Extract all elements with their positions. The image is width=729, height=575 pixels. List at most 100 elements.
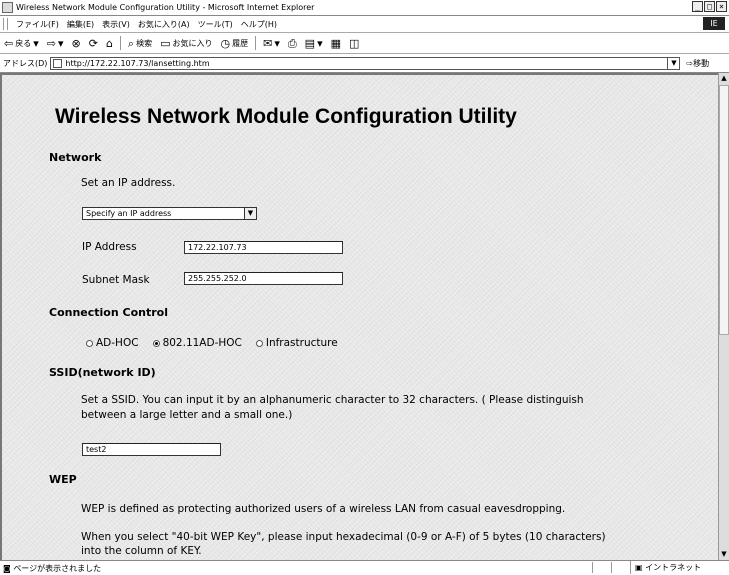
wep-40bit-description-line1: When you select "40-bit WEP Key", please… (81, 531, 606, 543)
scroll-down-arrow-icon[interactable]: ▼ (719, 549, 729, 560)
ssid-description-line2: between a large letter and a small one.) (81, 409, 293, 421)
minimize-button[interactable]: _ (692, 1, 703, 12)
forward-button[interactable]: ⇨ ▾ (43, 34, 68, 52)
page-icon (53, 58, 63, 68)
radio-ad-hoc[interactable]: AD-HOC (86, 337, 139, 349)
go-button[interactable]: ⇨移動 (680, 58, 709, 69)
radio-infrastructure-label[interactable]: Infrastructure (266, 337, 338, 349)
favorites-button[interactable]: ▭ お気に入り (156, 34, 216, 52)
history-icon: ◷ (220, 36, 231, 50)
radio-button[interactable] (86, 339, 93, 347)
menu-view[interactable]: 表示(V) (98, 19, 134, 30)
home-button[interactable]: ⌂ (102, 34, 117, 52)
mail-button[interactable]: ✉ ▾ (259, 34, 284, 52)
subnet-mask-input[interactable]: 255.255.252.0 (184, 272, 343, 285)
scroll-thumb[interactable] (719, 85, 729, 335)
menu-grip[interactable] (3, 18, 8, 30)
menu-file[interactable]: ファイル(F) (12, 19, 63, 30)
print-button[interactable]: ⎙ (284, 34, 301, 52)
ie-throbber-logo: IE (703, 17, 725, 30)
dropdown-arrow-icon[interactable]: ▾ (317, 38, 323, 49)
chevron-down-icon[interactable]: ▼ (244, 208, 256, 219)
wep-description: WEP is defined as protecting authorized … (81, 503, 566, 515)
stop-button[interactable]: ⊗ (68, 34, 85, 52)
mail-icon: ✉ (263, 36, 273, 50)
chevron-down-icon[interactable]: ▼ (667, 57, 679, 69)
edit-icon: ▤ (304, 36, 316, 50)
toolbar-separator (255, 36, 257, 50)
radio-802-11-ad-hoc[interactable]: 802.11AD-HOC (152, 337, 242, 349)
status-bar: ◙ ページが表示されました ▣ イントラネット (0, 560, 729, 575)
connection-radio-group: AD-HOC 802.11AD-HOC Infrastructure (86, 337, 352, 349)
radio-802-11-ad-hoc-label[interactable]: 802.11AD-HOC (163, 337, 242, 349)
search-label: 検索 (136, 38, 153, 48)
page-content: Wireless Network Module Configuration Ut… (0, 73, 718, 560)
discuss-icon: ▦ (330, 36, 342, 50)
print-icon: ⎙ (287, 36, 297, 50)
home-icon: ⌂ (105, 36, 113, 50)
messenger-icon: ◫ (349, 36, 360, 50)
network-heading: Network (49, 151, 102, 164)
discuss-button[interactable]: ▦ (327, 34, 345, 52)
ip-address-input[interactable]: 172.22.107.73 (184, 241, 343, 254)
refresh-button[interactable]: ⟳ (85, 34, 102, 52)
search-button[interactable]: ⌕ 検索 (124, 34, 156, 52)
maximize-button[interactable]: □ (704, 1, 715, 12)
status-text: ◙ ページが表示されました (0, 563, 101, 574)
back-button[interactable]: ⇦ 戻る ▾ (0, 34, 43, 52)
ie-app-icon (2, 2, 13, 13)
close-button[interactable]: × (716, 1, 727, 12)
edit-button[interactable]: ▤ ▾ (301, 34, 327, 52)
status-cell (611, 562, 630, 573)
connection-control-heading: Connection Control (49, 306, 168, 319)
stop-icon: ⊗ (71, 36, 81, 50)
history-label: 履歴 (232, 38, 249, 48)
address-url[interactable]: http://172.22.107.73/lansetting.htm (65, 59, 209, 68)
messenger-button[interactable]: ◫ (345, 34, 363, 52)
window-title: Wireless Network Module Configuration Ut… (16, 3, 315, 12)
status-cell (592, 562, 611, 573)
radio-ad-hoc-label[interactable]: AD-HOC (96, 337, 139, 349)
ssid-description-line1: Set a SSID. You can input it by an alpha… (81, 394, 584, 406)
page-title: Wireless Network Module Configuration Ut… (55, 105, 517, 128)
menu-help[interactable]: ヘルプ(H) (237, 19, 281, 30)
refresh-icon: ⟳ (88, 36, 98, 50)
security-zone: ▣ イントラネット (630, 561, 728, 574)
search-icon: ⌕ (127, 36, 135, 50)
menu-tools[interactable]: ツール(T) (194, 19, 237, 30)
network-instruction: Set an IP address. (81, 177, 176, 189)
dropdown-arrow-icon[interactable]: ▾ (274, 38, 280, 49)
wep-40bit-description-line2: into the column of KEY. (81, 545, 202, 557)
ssid-heading: SSID(network ID) (49, 366, 156, 379)
wep-heading: WEP (49, 473, 77, 486)
status-message: ページが表示されました (13, 563, 102, 573)
address-input[interactable]: http://172.22.107.73/lansetting.htm ▼ (50, 56, 681, 70)
menu-bar: ファイル(F) 編集(E) 表示(V) お気に入り(A) ツール(T) ヘルプ(… (0, 16, 729, 33)
favorites-folder-icon: ▭ (160, 36, 171, 50)
radio-button[interactable] (255, 339, 263, 347)
intranet-zone-icon: ▣ (635, 563, 643, 572)
history-button[interactable]: ◷ 履歴 (217, 34, 253, 52)
back-arrow-icon: ⇦ (4, 36, 14, 50)
ssid-input[interactable]: test2 (82, 443, 221, 456)
window-controls: _ □ × (692, 1, 727, 12)
vertical-scrollbar[interactable]: ▲ ▼ (718, 73, 729, 560)
title-bar: Wireless Network Module Configuration Ut… (0, 0, 729, 16)
favorites-label: お気に入り (172, 38, 213, 48)
dropdown-arrow-icon[interactable]: ▾ (33, 38, 39, 49)
page-done-icon: ◙ (3, 563, 11, 573)
scroll-up-arrow-icon[interactable]: ▲ (719, 73, 729, 84)
menu-favorites[interactable]: お気に入り(A) (134, 19, 194, 30)
menu-edit[interactable]: 編集(E) (63, 19, 98, 30)
toolbar-separator (119, 36, 121, 50)
standard-toolbar: ⇦ 戻る ▾ ⇨ ▾ ⊗ ⟳ ⌂ ⌕ 検索 ▭ お気に入り ◷ 履歴 ✉ ▾ ⎙ … (0, 33, 729, 54)
ip-mode-select[interactable]: Specify an IP address ▼ (82, 207, 257, 220)
radio-button-selected[interactable] (152, 339, 160, 347)
address-label: アドレス(D) (3, 58, 48, 68)
radio-infrastructure[interactable]: Infrastructure (255, 337, 338, 349)
forward-arrow-icon: ⇨ (46, 36, 56, 50)
ip-address-label: IP Address (82, 241, 137, 253)
status-cells (592, 562, 630, 573)
dropdown-arrow-icon[interactable]: ▾ (58, 38, 64, 49)
back-label: 戻る (15, 38, 32, 48)
